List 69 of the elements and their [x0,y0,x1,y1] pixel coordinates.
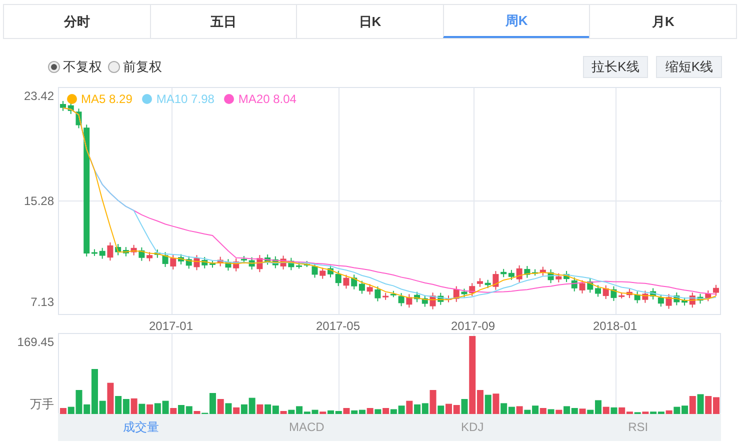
candle [430,292,436,310]
candle [610,286,617,302]
candle [398,292,404,307]
candle [288,257,294,271]
candle [634,290,640,304]
price-axis-label: 15.28 [24,193,54,210]
candle [438,292,444,306]
candle [130,244,137,256]
candle [320,267,326,280]
candle [170,254,176,270]
candle [579,280,586,294]
candle [705,290,712,302]
candle [374,286,381,302]
legend-label: MA10 7.98 [156,91,214,108]
candle [446,294,452,303]
candle [595,284,601,298]
volume-unit-label: 万手 [30,396,54,413]
candle [312,262,318,278]
candle [406,294,412,308]
adjust-radio[interactable]: 前复权 [108,57,162,77]
candle [99,247,106,260]
candle [248,256,255,270]
candle [343,274,350,290]
candle [587,278,594,294]
candle [556,272,562,283]
candle [186,256,192,270]
candle [217,256,224,267]
price-axis-label: 23.42 [24,88,54,105]
date-axis-label: 2018-01 [592,318,638,335]
candle [713,284,719,296]
date-axis-label: 2017-09 [450,318,496,335]
candle [666,294,672,310]
candle [107,242,114,262]
candle [256,254,263,273]
candle [76,108,82,129]
candle [225,258,232,272]
date-axis-label: 2017-01 [148,318,194,335]
candle [328,264,334,278]
candle [138,246,145,262]
candle [492,270,499,290]
candle [461,288,468,298]
candle [162,252,168,268]
candle [335,270,342,287]
candle [60,100,66,112]
candle [524,265,530,278]
kline-button[interactable]: 缩短K线 [656,56,722,78]
price-axis-label: 7.13 [30,294,54,311]
period-tab[interactable]: 五日 [150,5,296,38]
period-tab[interactable]: 分时 [4,5,150,38]
candle [516,264,522,283]
candle [366,284,373,296]
volume-max-label: 169.45 [17,334,54,351]
legend-label: MA5 8.29 [81,91,132,108]
kline-button[interactable]: 拉长K线 [582,56,648,78]
period-tab[interactable]: 日K [296,5,443,38]
date-axis-label: 2017-05 [316,318,360,335]
candle [194,254,200,271]
adjust-radio[interactable]: 不复权 [48,57,102,77]
period-tab[interactable]: 月K [589,5,736,38]
candle [453,286,460,302]
candle [548,268,554,284]
candle [697,293,704,304]
candle [642,290,648,304]
candle [484,279,491,289]
candle [602,284,609,300]
candle [674,292,680,306]
candle [280,255,286,270]
legend-label: MA20 8.04 [238,91,296,108]
candle [178,254,184,265]
